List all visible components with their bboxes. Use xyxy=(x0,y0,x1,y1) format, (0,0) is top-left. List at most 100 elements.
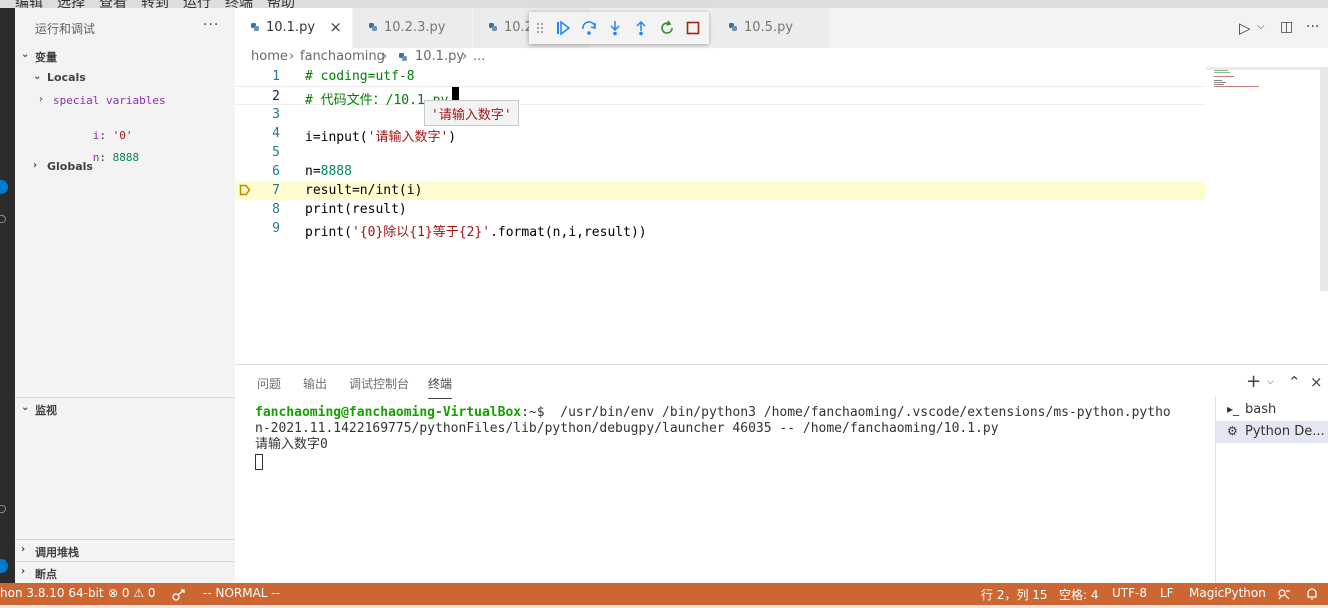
code-token: .format(n,i,result)) xyxy=(490,225,647,240)
debug-status-icon[interactable] xyxy=(172,588,186,601)
breadcrumb-folder[interactable]: fanchaoming xyxy=(300,49,385,64)
step-into-icon[interactable] xyxy=(607,20,623,36)
python-file-icon xyxy=(729,23,737,31)
stop-icon[interactable] xyxy=(685,20,701,36)
tab-problems[interactable]: 问题 xyxy=(257,375,281,392)
code-line[interactable]: 3 xyxy=(235,105,1205,124)
code-text: print('{0}除以{1}等于{2}'.format(n,i,result)… xyxy=(305,221,647,240)
tab-debug-console[interactable]: 调试控制台 xyxy=(349,375,409,392)
menu-bar: 编辑 选择 查看 转到 运行 终端 帮助 xyxy=(0,0,1328,8)
code-line[interactable]: 8 print(result) xyxy=(235,200,1205,219)
breadcrumb-file[interactable]: 10.1.py xyxy=(415,49,464,64)
code-editor[interactable]: 1 # coding=utf-8 2 # 代码文件：/10.1.py 3 4 i=input… xyxy=(235,67,1328,364)
python-interpreter[interactable]: hon 3.8.10 64-bit xyxy=(0,586,104,600)
line-number: 9 xyxy=(272,221,280,236)
terminal-item-bash[interactable]: ▸_ bash xyxy=(1216,399,1328,421)
step-out-icon[interactable] xyxy=(633,20,649,36)
settings-badge-icon[interactable] xyxy=(0,559,8,573)
locals-scope[interactable]: ⌄ Locals xyxy=(27,67,235,89)
notifications-bell-icon[interactable] xyxy=(1305,587,1319,601)
debug-badge-icon[interactable] xyxy=(0,180,8,194)
more-actions-icon[interactable]: ··· xyxy=(1306,19,1319,35)
continue-icon[interactable] xyxy=(555,20,571,36)
extensions-icon[interactable] xyxy=(0,215,6,223)
run-icon[interactable]: ▷ xyxy=(1239,19,1251,37)
breadcrumb-home[interactable]: home xyxy=(251,49,288,64)
account-icon[interactable] xyxy=(0,505,6,513)
step-over-icon[interactable] xyxy=(581,20,597,36)
terminal-output[interactable]: fanchaoming@fanchaoming-VirtualBox:~$ /u… xyxy=(255,405,1205,453)
menu-run[interactable]: 运行 xyxy=(183,0,211,8)
code-line[interactable]: 7 result=n/int(i) xyxy=(235,181,1205,200)
chevron-right-icon: › xyxy=(21,566,26,577)
watch-section-header[interactable]: ⌄ 监视 xyxy=(15,398,235,420)
code-token: print( xyxy=(305,225,352,240)
editor-scrollbar[interactable] xyxy=(1320,67,1328,291)
code-line[interactable]: 4 i=input('请输入数字') xyxy=(235,124,1205,145)
callstack-section-header[interactable]: › 调用堆栈 xyxy=(15,540,235,562)
terminal-command: /usr/bin/env /bin/python3 /home/fanchaom… xyxy=(544,405,1171,420)
minimap[interactable] xyxy=(1206,67,1320,107)
python-file-icon xyxy=(369,23,377,31)
code-line[interactable]: 9 print('{0}除以{1}等于{2}'.format(n,i,result… xyxy=(235,219,1205,240)
locals-label: Locals xyxy=(47,71,86,84)
end-of-line[interactable]: LF xyxy=(1160,586,1174,600)
globals-scope[interactable]: › Globals xyxy=(27,156,235,178)
vim-mode: -- NORMAL -- xyxy=(203,586,280,600)
hover-tooltip: '请输入数字' xyxy=(424,100,519,126)
split-editor-icon[interactable]: ◫ xyxy=(1280,19,1293,35)
problems-count[interactable]: ⊗ 0 ⚠ 0 xyxy=(108,586,156,600)
line-number: 4 xyxy=(272,126,280,141)
watch-label: 监视 xyxy=(35,404,57,417)
editor-tab-bar: 10.1.py × 10.2.3.py 10.2 10.5.py ▷ ⌵ ◫ ·… xyxy=(235,8,1328,48)
breadcrumb-symbol[interactable]: ... xyxy=(473,49,485,64)
code-line[interactable]: 2 # 代码文件：/10.1.py xyxy=(235,86,1205,108)
sidebar-title: 运行和调试 xyxy=(35,22,96,36)
activity-bar xyxy=(0,8,15,583)
variable-n[interactable]: n: 8888 xyxy=(53,134,233,164)
close-icon[interactable]: × xyxy=(329,18,342,36)
menu-view[interactable]: 查看 xyxy=(99,0,127,8)
maximize-panel-icon[interactable]: ⌃ xyxy=(1288,373,1301,391)
menu-goto[interactable]: 转到 xyxy=(141,0,169,8)
indentation[interactable]: 空格: 4 xyxy=(1059,586,1099,603)
menu-terminal[interactable]: 终端 xyxy=(225,0,253,8)
feedback-icon[interactable] xyxy=(1277,588,1291,600)
tab-terminal[interactable]: 终端 xyxy=(428,375,453,399)
chevron-down-icon: ⌄ xyxy=(21,49,30,60)
add-terminal-icon[interactable]: + xyxy=(1246,371,1261,392)
terminal-dropdown-icon[interactable]: ⌵ xyxy=(1267,377,1274,387)
breakpoints-section-header[interactable]: › 断点 xyxy=(15,562,235,584)
menu-help[interactable]: 帮助 xyxy=(267,0,295,8)
close-panel-icon[interactable]: × xyxy=(1310,373,1323,391)
tab-10-1-py[interactable]: 10.1.py × xyxy=(235,8,353,48)
code-line[interactable]: 6 n=8888 xyxy=(235,162,1205,181)
language-mode[interactable]: MagicPython xyxy=(1189,586,1266,600)
code-line[interactable]: 5 xyxy=(235,143,1205,162)
line-number: 5 xyxy=(272,145,280,160)
terminal-path: :~$ xyxy=(521,405,545,420)
encoding[interactable]: UTF-8 xyxy=(1112,586,1147,600)
cursor-position[interactable]: 行 2，列 15 xyxy=(981,586,1048,603)
tab-10-2-3-py[interactable]: 10.2.3.py xyxy=(353,8,473,48)
tab-10-5-py[interactable]: 10.5.py xyxy=(713,8,831,48)
callstack-label: 调用堆栈 xyxy=(35,546,79,559)
drag-handle-icon[interactable] xyxy=(536,20,544,36)
status-bar: hon 3.8.10 64-bit ⊗ 0 ⚠ 0 -- NORMAL -- 行… xyxy=(0,583,1328,605)
more-actions-icon[interactable]: ··· xyxy=(203,17,219,33)
terminal-item-python-debug[interactable]: ⚙ Python De... xyxy=(1216,421,1328,443)
terminal-icon: ▸_ xyxy=(1227,402,1240,416)
special-variables-node[interactable]: › special variables xyxy=(39,90,235,112)
restart-icon[interactable] xyxy=(659,20,675,36)
tab-output[interactable]: 输出 xyxy=(303,375,327,392)
terminal-cursor xyxy=(255,454,263,470)
terminal-list: ▸_ bash ⚙ Python De... xyxy=(1215,396,1328,584)
run-dropdown-icon[interactable]: ⌵ xyxy=(1257,21,1265,32)
menu-edit[interactable]: 编辑 xyxy=(15,0,43,8)
variables-section-header[interactable]: ⌄ 变量 xyxy=(15,45,235,67)
python-file-icon xyxy=(251,23,259,31)
terminal-item-label: bash xyxy=(1245,402,1277,417)
variable-i[interactable]: i: '0' xyxy=(53,112,233,142)
code-line[interactable]: 1 # coding=utf-8 xyxy=(235,67,1205,86)
menu-selection[interactable]: 选择 xyxy=(57,0,85,8)
